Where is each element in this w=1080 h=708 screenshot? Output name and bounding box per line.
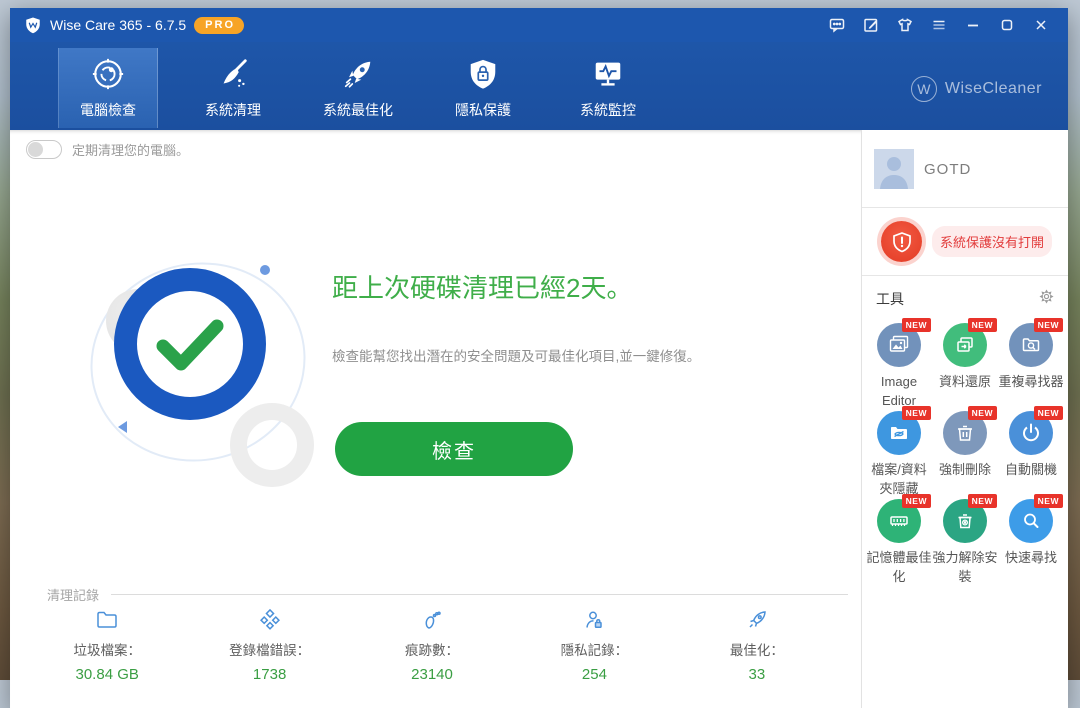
menu-icon[interactable] (922, 11, 956, 39)
rocket-icon (344, 61, 371, 88)
privacy-person-icon (582, 608, 606, 632)
folder-hider-icon: NEW (877, 406, 931, 455)
brand-logo: W WiseCleaner (910, 76, 1042, 102)
broom-icon (223, 58, 247, 87)
cleanup-record-title: 清理記錄 (47, 588, 100, 603)
folder-icon (95, 608, 119, 632)
nav-tab-label: 系統監控 (580, 101, 636, 118)
stat-traces: 痕跡數： 23140 (351, 608, 513, 683)
scheduled-clean-row: 定期清理您的電腦。 (26, 140, 189, 159)
stat-privacy-records: 隱私記錄： 254 (513, 608, 675, 683)
scheduled-clean-label: 定期清理您的電腦。 (72, 143, 190, 158)
app-logo-shield-icon (26, 17, 40, 34)
protection-warning-row[interactable]: 系統保護沒有打開 (862, 208, 1068, 275)
new-badge: NEW (1033, 406, 1063, 420)
footprint-icon (420, 608, 444, 632)
quick-search-icon: NEW (1009, 494, 1063, 543)
new-badge: NEW (901, 494, 931, 508)
rocket-icon (745, 608, 769, 632)
shield-lock-icon (470, 59, 496, 89)
new-badge: NEW (967, 318, 997, 332)
user-avatar (874, 149, 914, 189)
user-name: GOTD (924, 160, 972, 178)
nav-tab-system-monitor[interactable]: 系統監控 (558, 48, 658, 128)
force-uninstall-icon: NEW (943, 494, 997, 543)
nav-tab-label: 隱私保護 (455, 101, 511, 118)
nav-tab-label: 電腦檢查 (80, 101, 136, 118)
tool-folder-hider[interactable]: NEW 檔案/資料夾隱藏 (866, 406, 932, 498)
protection-warning-text: 系統保護沒有打開 (932, 226, 1053, 257)
new-badge: NEW (967, 494, 997, 508)
gear-icon[interactable] (1039, 289, 1054, 309)
checkup-description: 檢查能幫您找出潛在的安全問題及可最佳化項目,並一鍵修復。 (332, 349, 701, 364)
monitor-pulse-icon (595, 62, 621, 86)
tools-header: 工具 (862, 276, 1068, 315)
main-panel: 定期清理您的電腦。 距上次硬碟清理已經2天。 檢查能幫您找出潛在的安全問題及可最… (10, 130, 861, 708)
decorative-dot (260, 265, 270, 275)
nav-tab-system-tuneup[interactable]: 系統最佳化 (308, 48, 408, 128)
cleanup-stats: 垃圾檔案： 30.84 GB 登錄檔錯誤： 1738 痕跡數： 23140 隱私… (26, 608, 838, 683)
auto-shutdown-power-icon: NEW (1009, 406, 1063, 455)
image-editor-icon: NEW (877, 318, 931, 367)
checkup-heading: 距上次硬碟清理已經2天。 (332, 273, 633, 303)
scheduled-clean-toggle[interactable] (26, 140, 62, 159)
new-badge: NEW (1033, 494, 1063, 508)
checkup-status-graphic (69, 239, 327, 487)
checkup-scan-icon (92, 58, 124, 89)
decorative-triangle (118, 421, 127, 433)
tool-memory-optimizer[interactable]: NEW 記憶體最佳化 (866, 494, 932, 586)
data-recovery-icon: NEW (943, 318, 997, 367)
tool-duplicate-finder[interactable]: NEW 重複尋找器 (998, 318, 1064, 410)
tool-auto-shutdown[interactable]: NEW 自動關機 (998, 406, 1064, 498)
nav-tab-pc-checkup[interactable]: 電腦檢查 (58, 48, 158, 128)
close-button[interactable] (1024, 11, 1058, 39)
nav-tab-label: 系統清理 (205, 101, 261, 118)
decorative-donut (230, 403, 314, 487)
new-badge: NEW (967, 406, 997, 420)
register-edit-icon[interactable] (854, 11, 888, 39)
nav-tab-privacy-protector[interactable]: 隱私保護 (433, 48, 533, 128)
maximize-button[interactable] (990, 11, 1024, 39)
theme-skin-icon[interactable] (888, 11, 922, 39)
cleanup-record-header: 清理記錄 (47, 585, 848, 604)
tool-data-recovery[interactable]: NEW 資料還原 (932, 318, 998, 410)
window-title: Wise Care 365 - 6.7.5 (50, 17, 187, 33)
memory-optimizer-ram-icon: NEW (877, 494, 931, 543)
warning-shield-icon (881, 221, 922, 262)
tools-grid: NEW Image Editor NEW 資料還原 NEW 重複尋找器 NEW … (862, 315, 1068, 587)
brand-circle-icon: W (910, 76, 937, 102)
nav-tab-label: 系統最佳化 (323, 101, 393, 118)
tools-title: 工具 (876, 291, 904, 307)
new-badge: NEW (901, 406, 931, 420)
new-badge: NEW (1033, 318, 1063, 332)
new-badge: NEW (901, 318, 931, 332)
main-nav: 電腦檢查 系統清理 系統最佳化 隱私保護 系統監控 W WiseCleaner (10, 42, 1068, 130)
registry-icon (258, 608, 282, 632)
checkup-button[interactable]: 檢查 (335, 422, 573, 476)
stat-optimized: 最佳化： 33 (676, 608, 838, 683)
minimize-button[interactable] (956, 11, 990, 39)
checkmark-ring-icon (114, 268, 266, 420)
stat-junk-files: 垃圾檔案： 30.84 GB (26, 608, 188, 683)
feedback-icon[interactable] (820, 11, 854, 39)
sidebar: GOTD 系統保護沒有打開 工具 NEW Image Editor NEW 資料… (861, 130, 1068, 708)
duplicate-finder-icon: NEW (1009, 318, 1063, 367)
nav-tab-system-cleaner[interactable]: 系統清理 (183, 48, 283, 128)
brand-name: WiseCleaner (944, 80, 1042, 97)
stat-registry-errors: 登錄檔錯誤： 1738 (188, 608, 350, 683)
titlebar: Wise Care 365 - 6.7.5 PRO (10, 8, 1068, 42)
user-account-row[interactable]: GOTD (862, 130, 1068, 207)
app-window: Wise Care 365 - 6.7.5 PRO 電腦檢查 系統清理 系統最佳… (10, 8, 1068, 708)
divider (111, 594, 848, 595)
tool-force-uninstall[interactable]: NEW 強力解除安裝 (932, 494, 998, 586)
tool-force-delete[interactable]: NEW 強制刪除 (932, 406, 998, 498)
pro-badge: PRO (194, 16, 245, 34)
tool-quick-search[interactable]: NEW 快速尋找 (998, 494, 1064, 586)
force-delete-icon: NEW (943, 406, 997, 455)
tool-image-editor[interactable]: NEW Image Editor (866, 318, 932, 410)
